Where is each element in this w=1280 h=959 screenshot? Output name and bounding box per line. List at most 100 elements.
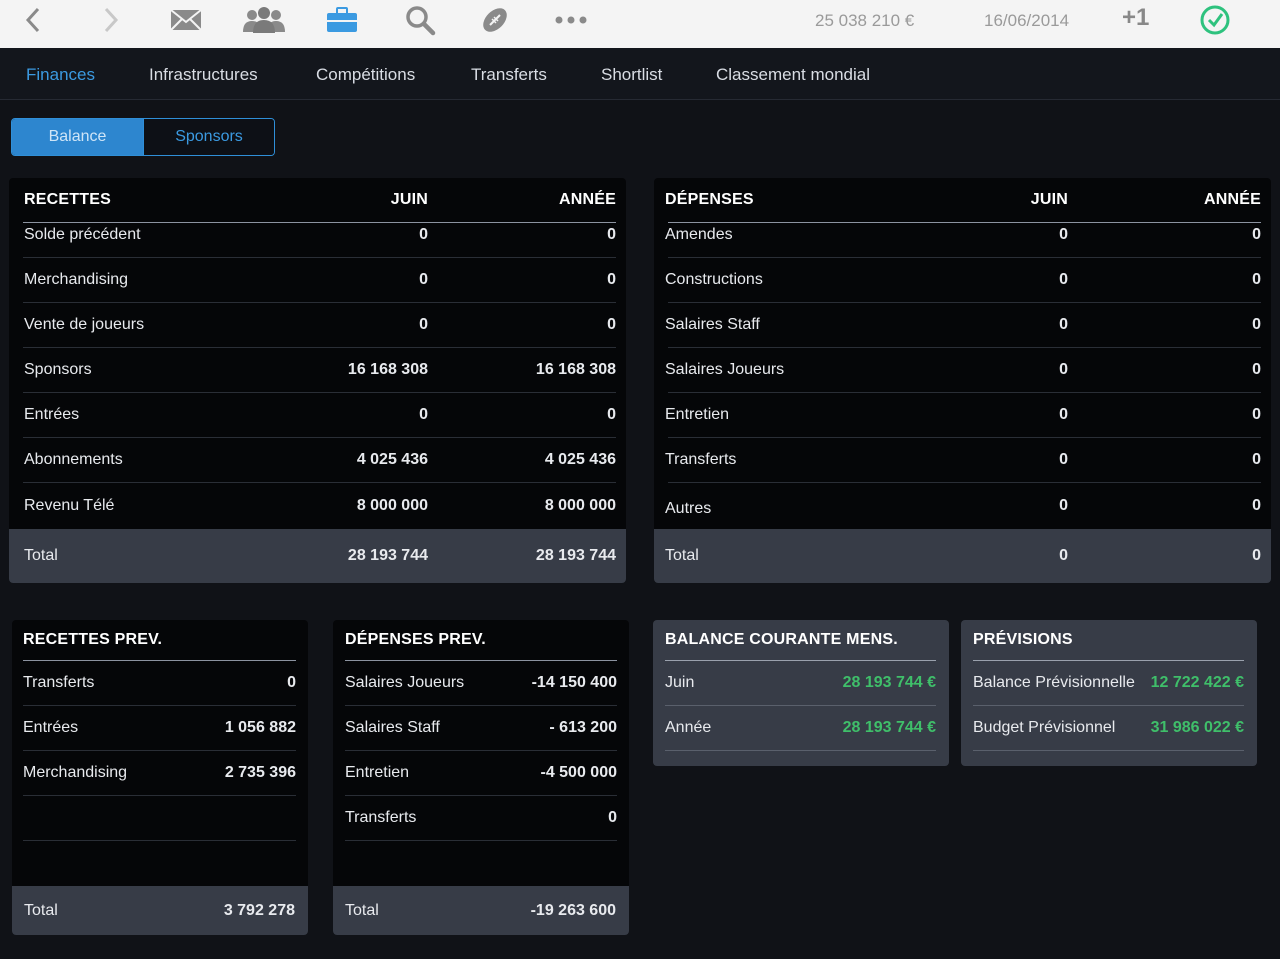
balance-courante-panel: BALANCE COURANTE MENS. Juin 28 193 744 €…	[653, 620, 949, 766]
depenses-prev-header: DÉPENSES PREV.	[345, 620, 617, 661]
recettes-panel: RECETTES JUIN ANNÉE Solde précédent 0 0 …	[9, 178, 626, 583]
table-row: Budget Prévisionnel 31 986 022 €	[973, 706, 1244, 751]
table-row: Année 28 193 744 €	[665, 706, 936, 751]
table-row: Abonnements 4 025 436 4 025 436	[23, 438, 616, 483]
mail-icon[interactable]	[168, 0, 204, 40]
table-row: Merchandising 2 735 396	[23, 751, 296, 796]
row-label: Amendes	[665, 226, 733, 243]
segment-balance[interactable]: Balance	[12, 119, 143, 155]
depenses-prev-panel: DÉPENSES PREV. Salaires Joueurs -14 150 …	[333, 620, 629, 935]
table-row: Transferts 0 0	[665, 438, 1261, 483]
row-year: 0	[1252, 406, 1261, 423]
nav-competitions[interactable]: Compétitions	[316, 65, 415, 85]
table-row: Constructions 0 0	[665, 258, 1261, 303]
view-switch: Balance Sponsors	[11, 118, 275, 156]
row-year: 0	[1252, 316, 1261, 333]
nav-infrastructures[interactable]: Infrastructures	[149, 65, 258, 85]
row-value: 12 722 422 €	[1150, 674, 1244, 691]
table-row: Vente de joueurs 0 0	[23, 303, 616, 348]
table-row: Entrées 0 0	[23, 393, 616, 438]
table-row: Autres 0 0	[665, 483, 1261, 528]
total-month: 0	[1059, 547, 1068, 564]
team-icon[interactable]	[240, 0, 288, 40]
row-year: 0	[1252, 226, 1261, 243]
advance-day-button[interactable]: +1	[1122, 4, 1149, 32]
row-value: 28 193 744 €	[842, 719, 936, 736]
row-month: 4 025 436	[356, 451, 428, 468]
row-label: Merchandising	[23, 764, 128, 781]
depenses-prev-total-row: Total -19 263 600	[333, 886, 629, 935]
nav-transferts[interactable]: Transferts	[471, 65, 547, 85]
ball-icon[interactable]	[476, 0, 514, 40]
briefcase-icon[interactable]	[324, 0, 360, 40]
table-row: Juin 28 193 744 €	[665, 661, 936, 706]
recettes-total-row: Total 28 193 744 28 193 744	[9, 529, 626, 583]
table-row: Salaires Staff - 613 200	[345, 706, 617, 751]
top-toolbar: 25 038 210 € 16/06/2014 +1	[0, 0, 1280, 48]
row-month: 0	[1059, 361, 1068, 378]
more-icon[interactable]	[552, 0, 590, 40]
row-year: 0	[1252, 451, 1261, 468]
table-row: Salaires Joueurs -14 150 400	[345, 661, 617, 706]
back-icon[interactable]	[18, 0, 48, 40]
search-icon[interactable]	[400, 0, 440, 40]
row-value: - 613 200	[549, 719, 617, 736]
row-month: 16 168 308	[347, 361, 428, 378]
table-row: Merchandising 0 0	[23, 258, 616, 303]
previsions-panel: PRÉVISIONS Balance Prévisionnelle 12 722…	[961, 620, 1257, 766]
row-month: 0	[419, 316, 428, 333]
nav-classement-mondial[interactable]: Classement mondial	[716, 65, 870, 85]
row-year: 0	[607, 406, 616, 423]
row-value: 0	[287, 674, 296, 691]
table-row: Entretien -4 500 000	[345, 751, 617, 796]
row-year: 0	[1252, 271, 1261, 288]
balance-courante-header: BALANCE COURANTE MENS.	[665, 620, 936, 661]
row-month: 0	[419, 406, 428, 423]
row-label: Budget Prévisionnel	[973, 719, 1116, 736]
total-year: 0	[1252, 547, 1261, 564]
recettes-prev-header: RECETTES PREV.	[23, 620, 296, 661]
row-label: Entrées	[23, 719, 79, 736]
table-row: Entretien 0 0	[665, 393, 1261, 438]
table-row: Amendes 0 0	[665, 213, 1261, 258]
row-month: 0	[419, 271, 428, 288]
depenses-prev-title: DÉPENSES PREV.	[345, 631, 486, 648]
row-label: Salaires Joueurs	[345, 674, 465, 691]
nav-finances[interactable]: Finances	[26, 65, 95, 85]
total-month: 28 193 744	[347, 547, 428, 564]
previsions-title: PRÉVISIONS	[973, 631, 1073, 648]
row-month: 0	[1059, 496, 1068, 514]
row-label: Revenu Télé	[24, 496, 115, 514]
total-value: -19 263 600	[530, 901, 616, 919]
balance-courante-title: BALANCE COURANTE MENS.	[665, 631, 898, 648]
row-year: 0	[607, 271, 616, 288]
table-row: Transferts 0	[345, 796, 617, 841]
row-label: Transferts	[345, 809, 417, 826]
row-value: 2 735 396	[224, 764, 296, 781]
segment-sponsors[interactable]: Sponsors	[143, 119, 274, 155]
row-value: 0	[608, 809, 617, 826]
row-month: 0	[1059, 451, 1068, 468]
row-value: -14 150 400	[531, 674, 617, 691]
table-row: Sponsors 16 168 308 16 168 308	[23, 348, 616, 393]
row-month: 0	[1059, 406, 1068, 423]
row-label: Entretien	[665, 406, 730, 423]
depenses-total-row: Total 0 0	[654, 529, 1271, 583]
clock-check-icon[interactable]	[1197, 0, 1233, 40]
row-label: Sponsors	[24, 361, 92, 378]
table-row: Transferts 0	[23, 661, 296, 706]
total-label: Total	[24, 901, 58, 919]
table-row: Salaires Staff 0 0	[665, 303, 1261, 348]
row-label: Juin	[665, 674, 695, 691]
forward-icon[interactable]	[96, 0, 126, 40]
nav-shortlist[interactable]: Shortlist	[601, 65, 662, 85]
total-year: 28 193 744	[535, 547, 616, 564]
club-balance: 25 038 210 €	[815, 11, 915, 30]
table-row: Salaires Joueurs 0 0	[665, 348, 1261, 393]
row-month: 0	[1059, 316, 1068, 333]
recettes-prev-total-row: Total 3 792 278	[12, 886, 308, 935]
row-year: 4 025 436	[544, 451, 616, 468]
total-label: Total	[345, 901, 379, 919]
row-year: 8 000 000	[544, 496, 616, 514]
row-value: 31 986 022 €	[1150, 719, 1244, 736]
